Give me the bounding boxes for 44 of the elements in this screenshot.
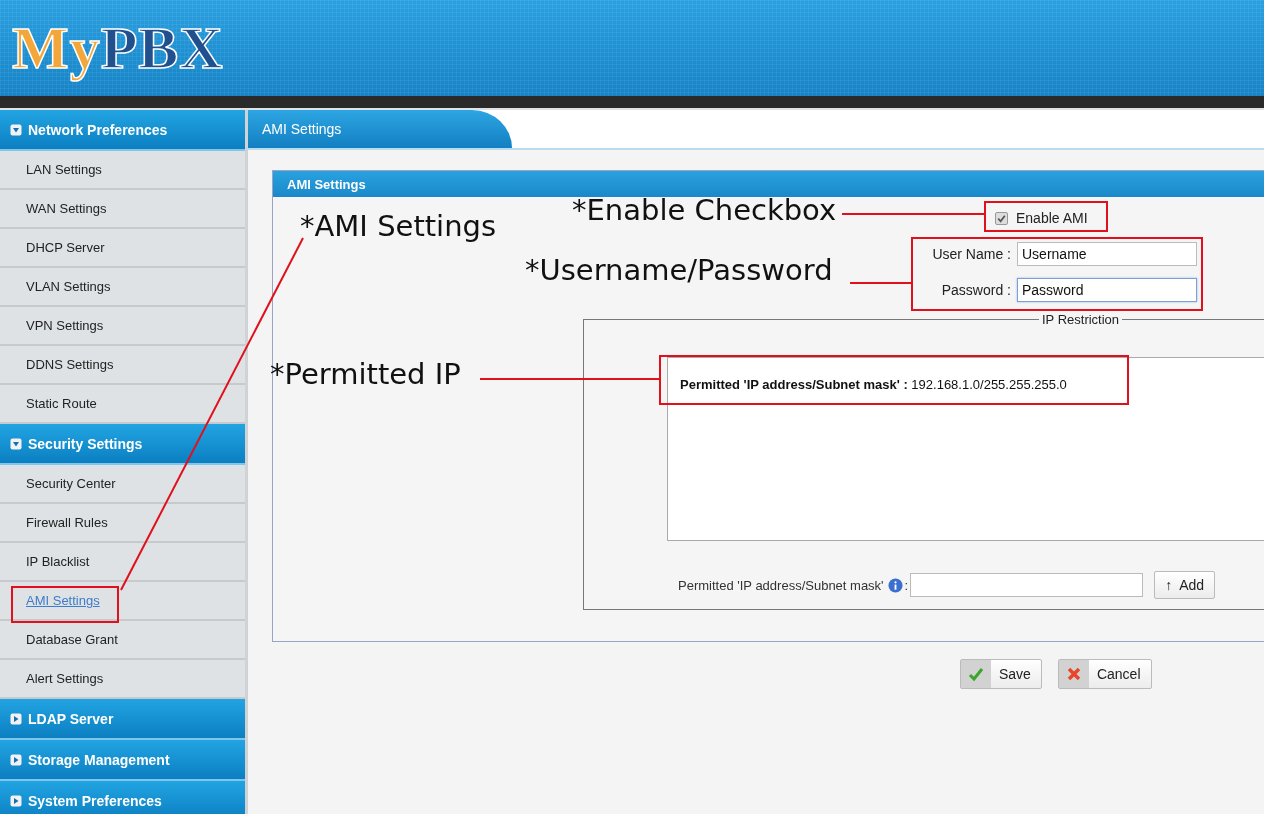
sidebar-item[interactable]: Firewall Rules: [26, 515, 108, 530]
sidebar-group-header[interactable]: Security Settings: [0, 424, 245, 465]
input-field[interactable]: Password: [1017, 278, 1197, 302]
field-label: Password :: [940, 282, 1011, 298]
info-icon[interactable]: [887, 577, 903, 593]
sidebar-group-header[interactable]: Storage Management: [0, 740, 245, 781]
panel-header: AMI Settings: [273, 171, 1264, 197]
cross-icon: [1065, 666, 1082, 682]
field-label: Permitted 'IP address/Subnet mask': [678, 577, 884, 593]
callout-text: *Permitted IP: [270, 357, 461, 392]
sidebar-item[interactable]: VLAN Settings: [26, 279, 111, 294]
sidebar-item[interactable]: IP Blacklist: [26, 554, 90, 569]
group-legend: IP Restriction: [1039, 312, 1123, 327]
sidebar-item[interactable]: Database Grant: [26, 632, 118, 647]
group-label: LDAP Server: [28, 710, 114, 727]
group-label: Security Settings: [28, 435, 143, 452]
sidebar-item[interactable]: Alert Settings: [26, 671, 104, 686]
callout-text: *AMI Settings: [300, 209, 497, 244]
sidebar-item[interactable]: DHCP Server: [26, 240, 105, 255]
sidebar-item[interactable]: DDNS Settings: [26, 357, 114, 372]
cancel-button[interactable]: Cancel: [1057, 659, 1152, 689]
sidebar-group-header[interactable]: Network Preferences: [0, 110, 245, 151]
sidebar-item[interactable]: Security Center: [26, 476, 116, 491]
sidebar-item[interactable]: LAN Settings: [26, 162, 102, 177]
checkbox[interactable]: [995, 211, 1008, 225]
input-field[interactable]: [910, 573, 1144, 597]
sidebar-item[interactable]: Static Route: [26, 396, 97, 411]
sidebar-item[interactable]: WAN Settings: [26, 201, 107, 216]
callout-text: *Username/Password: [525, 253, 833, 288]
input-field[interactable]: Username: [1017, 242, 1197, 266]
colon-label: :: [904, 577, 909, 593]
sidebar-group-header[interactable]: LDAP Server: [0, 699, 245, 740]
sidebar-group-header[interactable]: System Preferences: [0, 781, 245, 814]
sidebar-item[interactable]: VPN Settings: [26, 318, 104, 333]
ip-entry[interactable]: Permitted 'IP address/Subnet mask' : 192.168.1.0/255.255.255.0: [680, 377, 1067, 392]
save-button[interactable]: Save: [960, 659, 1042, 689]
group-label: Network Preferences: [28, 121, 168, 138]
group-label: Storage Management: [28, 751, 170, 768]
field-label: User Name :: [931, 246, 1011, 262]
group-label: System Preferences: [28, 792, 162, 809]
check-icon: [968, 666, 984, 682]
checkbox-label: Enable AMI: [1016, 210, 1088, 226]
callout-line: [849, 282, 913, 284]
add-button[interactable]: ↑ Add: [1154, 571, 1216, 599]
